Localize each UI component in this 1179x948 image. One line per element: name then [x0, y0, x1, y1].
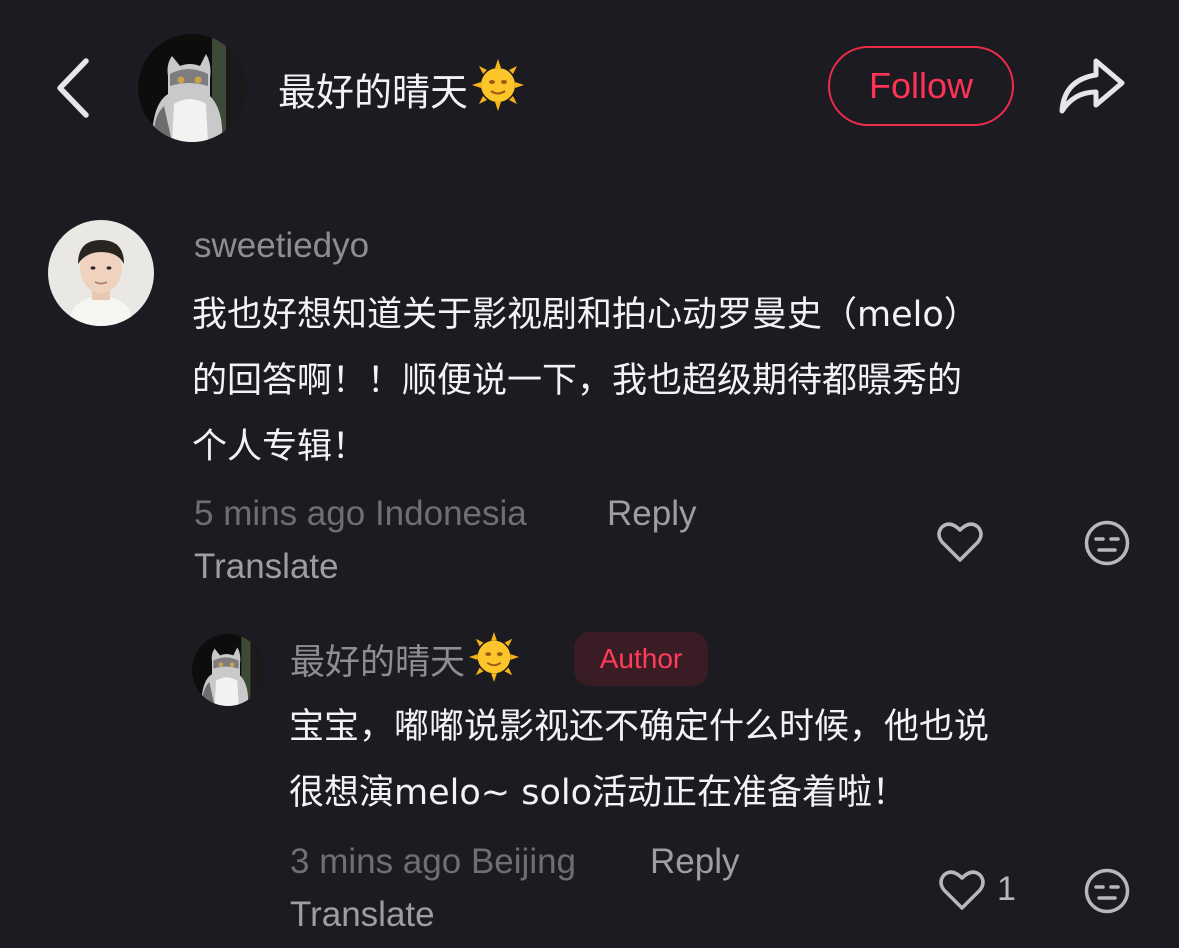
reply-line: 宝宝，嘟嘟说影视还不确定什么时候，他也说 [289, 707, 990, 747]
reply-location: Beijing [470, 842, 577, 881]
share-button[interactable] [1056, 55, 1128, 117]
reply-reply-button[interactable]: Reply [650, 842, 739, 882]
comment-time: 5 mins ago [194, 494, 366, 533]
author-name-text: 最好的晴天 [278, 70, 469, 115]
comment-dislike-button[interactable] [1083, 519, 1131, 571]
back-chevron-icon [57, 58, 89, 118]
reply-body: 宝宝，嘟嘟说影视还不确定什么时候，他也说 很想演melo~ solo活动正在准备… [289, 694, 989, 826]
reply-like-button[interactable] [938, 868, 986, 916]
comment-body: 我也好想知道关于影视剧和拍心动罗曼史（melo） 的回答啊！！顺便说一下，我也超… [192, 282, 979, 480]
reply-translate-button[interactable]: Translate [290, 895, 435, 935]
reply-dislike-button[interactable] [1083, 867, 1131, 919]
reply-like-count: 1 [997, 870, 1016, 908]
reply-author-name[interactable]: 最好的晴天 [290, 631, 520, 694]
author-badge: Author [574, 632, 708, 686]
meh-face-icon [1084, 868, 1130, 914]
comment-thread-screen: 最好的晴天 Follow sweetiedyo 我也好想知道关于影视剧和拍心动罗… [0, 0, 1179, 948]
comment-like-button[interactable] [936, 520, 984, 568]
reply-line: 很想演melo~ solo活动正在准备着啦！ [289, 773, 908, 813]
commenter-avatar[interactable] [48, 220, 154, 326]
sun-emoji-icon [469, 631, 520, 691]
reply-time: 3 mins ago [290, 842, 462, 881]
comment-line: 个人专辑！ [192, 427, 368, 467]
meh-face-icon [1084, 520, 1130, 566]
cat-avatar-image [138, 34, 246, 142]
header-avatar[interactable] [138, 34, 246, 142]
comment-line: 我也好想知道关于影视剧和拍心动罗曼史（melo） [192, 295, 979, 335]
comment-line: 的回答啊！！顺便说一下，我也超级期待都暻秀的 [192, 361, 963, 401]
reply-author-avatar[interactable] [192, 634, 264, 706]
comment-reply-button[interactable]: Reply [607, 494, 696, 534]
heart-icon [937, 522, 983, 562]
heart-icon [939, 870, 985, 910]
reply-meta: 3 mins ago Beijing [290, 842, 576, 882]
person-avatar-image [48, 220, 154, 326]
header-author-name[interactable]: 最好的晴天 [278, 59, 525, 128]
reply-author-name-text: 最好的晴天 [290, 643, 466, 683]
share-icon [1059, 58, 1125, 114]
commenter-username[interactable]: sweetiedyo [194, 226, 369, 266]
back-button[interactable] [50, 55, 100, 121]
comment-location: Indonesia [374, 494, 527, 533]
comment-meta: 5 mins ago Indonesia [194, 494, 527, 534]
cat-avatar-image [192, 634, 264, 706]
sun-emoji-icon [472, 59, 525, 125]
comment-translate-button[interactable]: Translate [194, 547, 339, 587]
follow-button[interactable]: Follow [828, 46, 1014, 126]
